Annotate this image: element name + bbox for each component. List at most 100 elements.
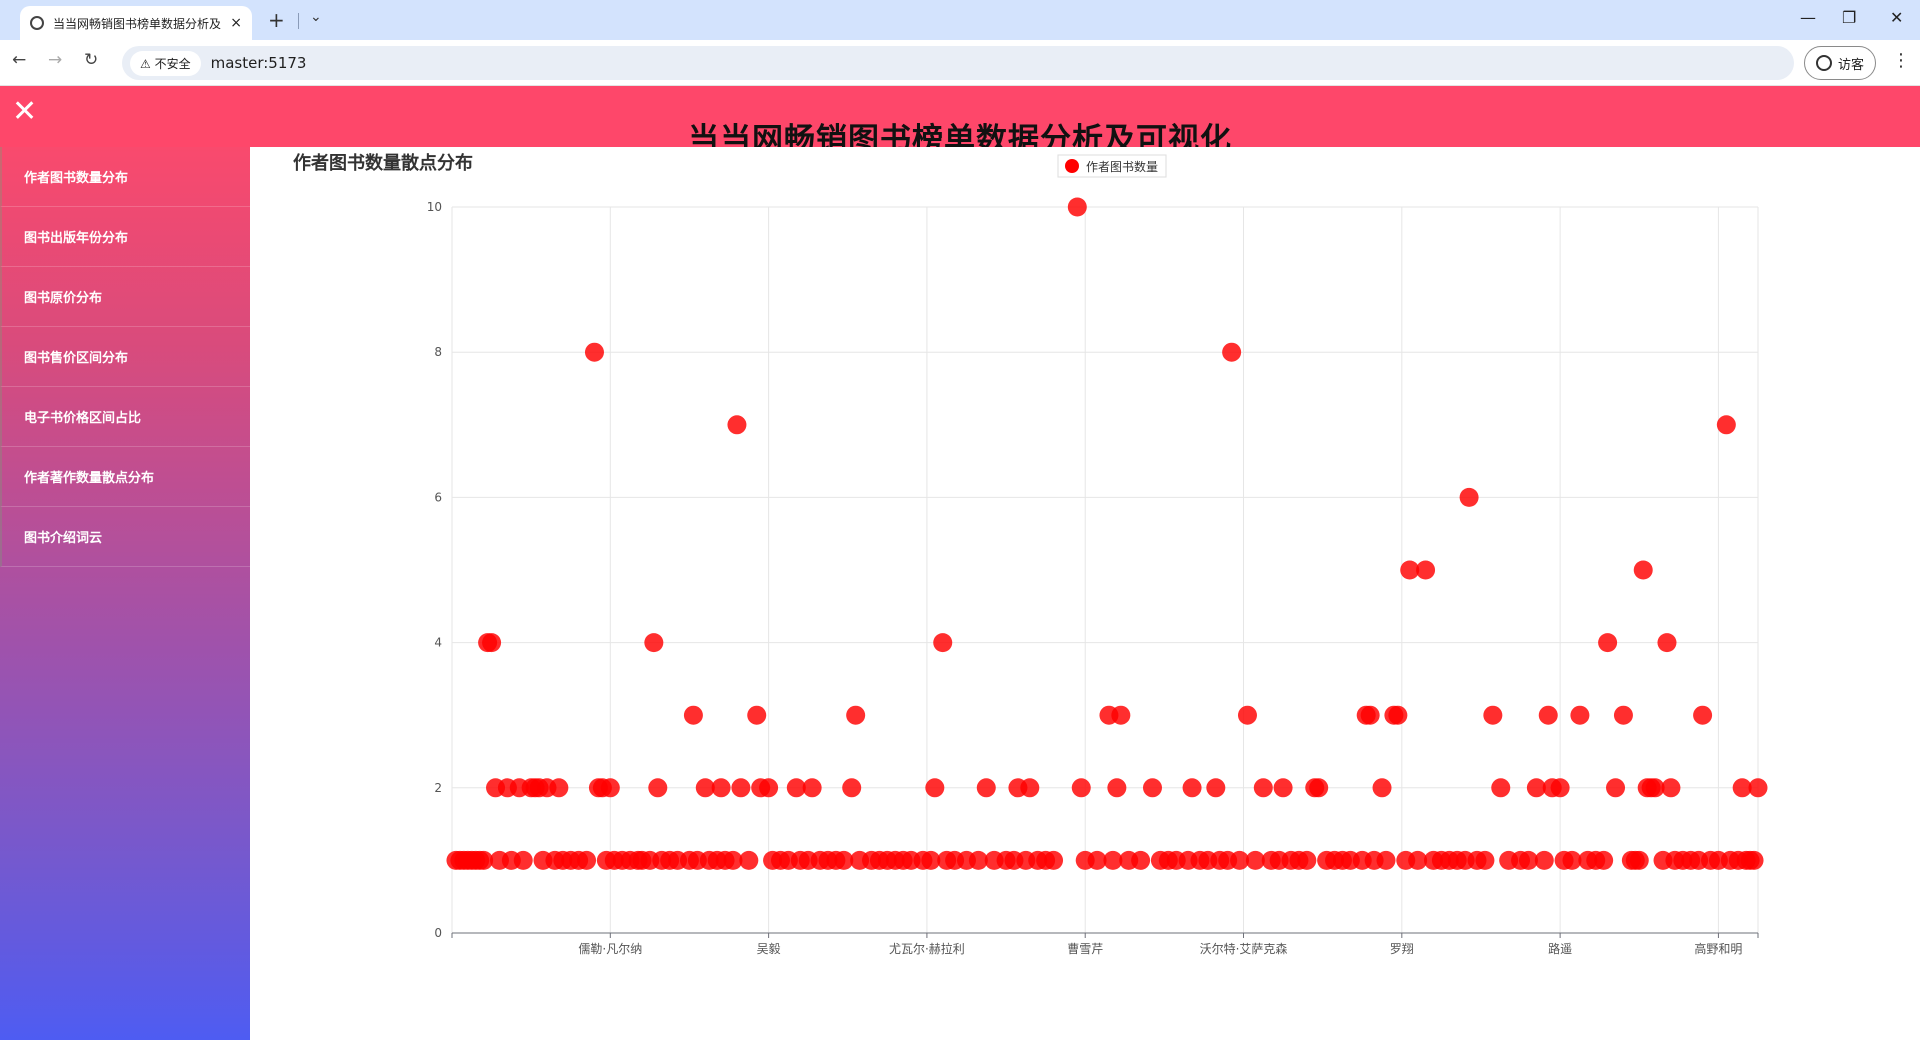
sidebar-item-label: 作者著作数量散点分布 (24, 471, 155, 486)
data-point (1483, 705, 1503, 725)
data-point (1237, 705, 1257, 725)
data-point (759, 778, 779, 798)
data-point (1067, 197, 1087, 217)
data-point (711, 778, 731, 798)
y-tick-label: 2 (434, 781, 442, 795)
browser-tab[interactable]: 当当网畅销图书榜单数据分析及 × (20, 6, 252, 40)
data-point (1309, 778, 1329, 798)
data-point (1661, 778, 1681, 798)
address-url: master:5173 (210, 54, 307, 72)
address-input[interactable]: ⚠ 不安全 master:5173 (122, 46, 1794, 80)
x-tick-label: 曹雪芹 (1067, 942, 1103, 956)
data-point (1491, 778, 1511, 798)
forward-icon[interactable]: → (48, 50, 62, 70)
y-tick-label: 10 (427, 200, 442, 214)
sidebar-item-label: 图书出版年份分布 (24, 231, 129, 246)
x-tick-label: 吴毅 (757, 941, 781, 956)
data-point (1273, 778, 1293, 798)
new-tab-button[interactable]: + (268, 8, 285, 32)
data-point (648, 778, 668, 798)
reload-icon[interactable]: ↻ (84, 50, 98, 70)
data-point (644, 633, 664, 653)
sidebar-item-sale-price[interactable]: 图书售价区间分布 (0, 327, 250, 387)
data-point (1253, 778, 1273, 798)
y-tick-label: 4 (434, 636, 442, 650)
data-point (1111, 705, 1131, 725)
sidebar-item-label: 图书介绍词云 (24, 531, 103, 546)
data-point (1416, 560, 1436, 580)
sidebar: 作者图书数量分布 图书出版年份分布 图书原价分布 图书售价区间分布 电子书价格区… (0, 147, 250, 1040)
menu-kebab-icon[interactable]: ⋮ (1892, 50, 1910, 71)
data-point (1633, 560, 1653, 580)
data-point (1657, 633, 1677, 653)
data-point (1606, 778, 1626, 798)
chart-points (446, 197, 1768, 870)
data-point (1360, 705, 1380, 725)
data-point (1131, 850, 1151, 870)
data-point (747, 705, 767, 725)
sidebar-item-publish-year[interactable]: 图书出版年份分布 (0, 207, 250, 267)
x-tick-label: 沃尔特·艾萨克森 (1200, 941, 1288, 956)
data-point (1693, 705, 1713, 725)
data-point (1182, 778, 1202, 798)
data-point (842, 778, 862, 798)
restore-icon[interactable]: ❐ (1842, 8, 1856, 27)
data-point (1475, 850, 1495, 870)
data-point (1716, 415, 1736, 435)
data-point (739, 850, 759, 870)
data-point (1598, 633, 1618, 653)
sidebar-item-label: 图书原价分布 (24, 291, 103, 306)
chart-legend: 作者图书数量 (1057, 154, 1167, 178)
sidebar-item-ebook-price[interactable]: 电子书价格区间占比 (0, 387, 250, 447)
window-close-icon[interactable]: ✕ (1890, 8, 1903, 27)
data-point (1744, 850, 1764, 870)
data-point (1020, 778, 1040, 798)
data-point (1629, 850, 1649, 870)
data-point (933, 633, 953, 653)
x-tick-label: 路遥 (1548, 941, 1572, 956)
chart-grid (451, 206, 1759, 933)
avatar-icon (1815, 55, 1832, 71)
tab-close-icon[interactable]: × (230, 15, 242, 31)
data-point (683, 705, 703, 725)
back-icon[interactable]: ← (12, 50, 26, 70)
security-label: 不安全 (154, 56, 191, 71)
minimize-icon[interactable]: — (1800, 8, 1816, 27)
data-point (1222, 342, 1242, 362)
data-point (1594, 850, 1614, 870)
data-point (802, 778, 822, 798)
sidebar-item-original-price[interactable]: 图书原价分布 (0, 267, 250, 327)
app-header: ✕ 当当网畅销图书榜单数据分析及可视化 (0, 86, 1920, 147)
sidebar-item-author-scatter[interactable]: 作者著作数量散点分布 (0, 447, 250, 507)
data-point (584, 342, 604, 362)
sidebar-item-label: 作者图书数量分布 (24, 171, 129, 186)
data-point (482, 633, 502, 653)
sidebar-item-wordcloud[interactable]: 图书介绍词云 (0, 507, 250, 567)
profile-button[interactable]: 访客 (1804, 46, 1876, 80)
tab-title: 当当网畅销图书榜单数据分析及 (53, 16, 222, 31)
page-title: 当当网畅销图书榜单数据分析及可视化 (688, 122, 1232, 147)
data-point (1613, 705, 1633, 725)
data-point (1388, 705, 1408, 725)
sidebar-item-label: 电子书价格区间占比 (24, 411, 142, 426)
tab-search-chevron-icon[interactable]: ⌄ (310, 9, 322, 25)
sidebar-item-label: 图书售价区间分布 (24, 351, 129, 366)
data-point (513, 850, 533, 870)
y-tick-label: 6 (434, 490, 442, 504)
data-point (1570, 705, 1590, 725)
data-point (925, 778, 945, 798)
data-point (1297, 850, 1317, 870)
profile-label: 访客 (1837, 57, 1864, 73)
legend-marker (1065, 159, 1079, 173)
security-badge[interactable]: ⚠ 不安全 (130, 50, 201, 76)
data-point (1538, 705, 1558, 725)
y-tick-label: 0 (434, 926, 442, 940)
data-point (1459, 487, 1479, 507)
legend-label: 作者图书数量 (1086, 159, 1158, 174)
data-point (1142, 778, 1162, 798)
x-tick-label: 罗翔 (1390, 942, 1414, 956)
browser-tab-strip: 当当网畅销图书榜单数据分析及 × + ⌄ — ❐ ✕ (0, 0, 1920, 40)
sidebar-item-author-count[interactable]: 作者图书数量分布 (0, 147, 250, 207)
data-point (577, 850, 597, 870)
data-point (1372, 778, 1392, 798)
